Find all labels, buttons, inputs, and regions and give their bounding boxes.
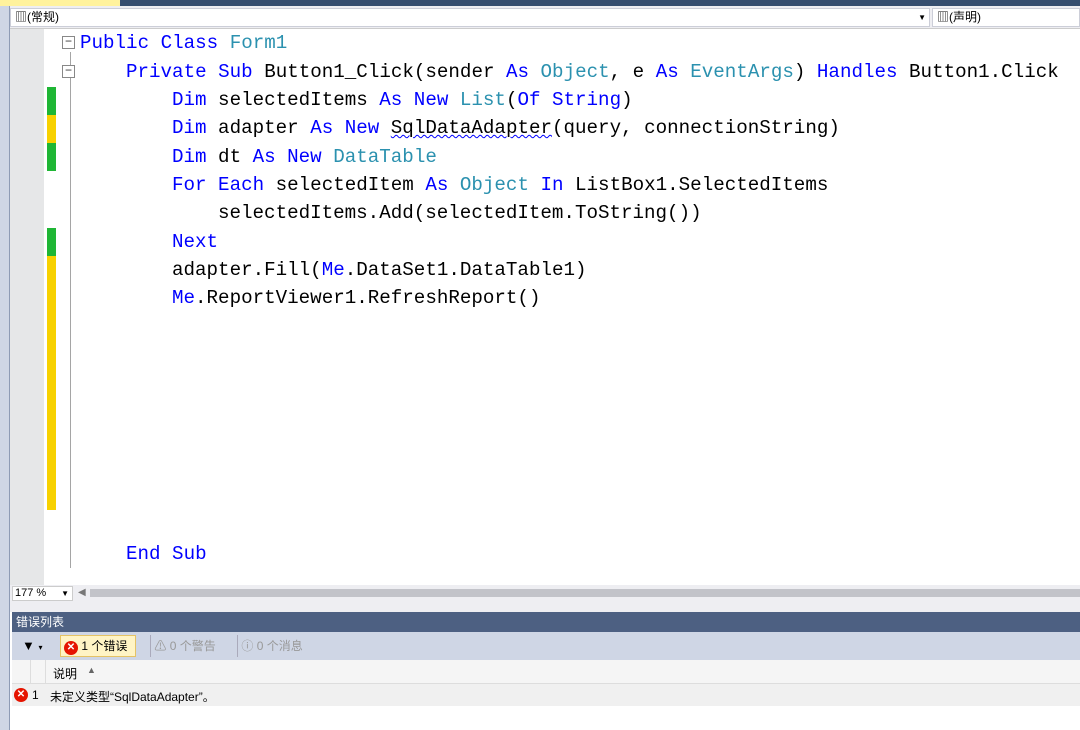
change-marker-saved bbox=[47, 143, 56, 171]
zoom-dropdown[interactable]: 177 % ▼ bbox=[12, 586, 73, 601]
error-row[interactable]: ✕ 1 未定义类型“SqlDataAdapter”。 bbox=[12, 684, 1080, 706]
code-line[interactable]: For Each selectedItem As Object In ListB… bbox=[172, 171, 828, 199]
code-line[interactable]: Public Class Form1 bbox=[80, 29, 287, 57]
column-description[interactable]: 说明 bbox=[53, 665, 77, 682]
code-line[interactable]: Me.ReportViewer1.RefreshReport() bbox=[172, 284, 540, 312]
error-list-title: 错误列表 bbox=[12, 612, 1080, 632]
outline-line bbox=[70, 52, 71, 568]
code-line[interactable]: adapter.Fill(Me.DataSet1.DataTable1) bbox=[172, 256, 587, 284]
change-marker-saved bbox=[47, 87, 56, 115]
scrollbar-thumb[interactable] bbox=[90, 589, 1080, 597]
filter-icon[interactable]: ▼ ▾ bbox=[22, 638, 43, 653]
error-list-toolbar: ▼ ▾ ✕ 1 个错误 ⚠ 0 个警告 ⓘ 0 个消息 bbox=[12, 632, 1080, 660]
collapse-icon[interactable]: − bbox=[62, 35, 75, 49]
collapse-icon[interactable]: − bbox=[62, 64, 75, 78]
splitter[interactable] bbox=[10, 602, 1080, 612]
chevron-down-icon: ▼ bbox=[61, 589, 69, 598]
toolbox-strip[interactable] bbox=[0, 6, 10, 730]
chevron-down-icon: ▼ bbox=[918, 13, 926, 22]
change-marker-unsaved bbox=[47, 256, 56, 510]
info-icon: ⓘ bbox=[241, 639, 254, 653]
navigation-bar: ▥(常规) ▼ ▥(声明) bbox=[10, 6, 1080, 29]
messages-filter-button[interactable]: ⓘ 0 个消息 bbox=[237, 635, 303, 657]
error-icon: ✕ bbox=[14, 688, 28, 702]
class-icon: ▥ bbox=[15, 10, 28, 24]
code-line[interactable]: Dim selectedItems As New List(Of String) bbox=[172, 86, 633, 114]
error-squiggle[interactable]: SqlDataAdapter bbox=[391, 117, 552, 139]
code-line[interactable]: Dim adapter As New SqlDataAdapter(query,… bbox=[172, 114, 840, 142]
code-line[interactable]: End Sub bbox=[126, 540, 207, 568]
scroll-left-icon[interactable]: ◀ bbox=[78, 587, 86, 598]
member-icon: ▥ bbox=[937, 10, 950, 24]
code-line[interactable]: selectedItems.Add(selectedItem.ToString(… bbox=[218, 199, 702, 227]
warning-icon: ⚠ bbox=[154, 639, 167, 653]
change-marker-unsaved bbox=[47, 115, 56, 143]
warnings-filter-button[interactable]: ⚠ 0 个警告 bbox=[150, 635, 216, 657]
error-icon: ✕ bbox=[64, 641, 78, 655]
errors-filter-button[interactable]: ✕ 1 个错误 bbox=[60, 635, 136, 657]
column-header: 说明 ▲ bbox=[12, 660, 1080, 684]
code-line[interactable]: Private Sub Button1_Click(sender As Obje… bbox=[126, 58, 1059, 86]
code-line[interactable]: Dim dt As New DataTable bbox=[172, 143, 437, 171]
change-marker-saved bbox=[47, 228, 56, 256]
line-gutter bbox=[10, 29, 44, 585]
class-dropdown[interactable]: ▥(常规) ▼ bbox=[10, 8, 930, 27]
code-line[interactable]: Next bbox=[172, 228, 218, 256]
member-dropdown[interactable]: ▥(声明) bbox=[932, 8, 1080, 27]
sort-ascending-icon: ▲ bbox=[87, 665, 96, 675]
